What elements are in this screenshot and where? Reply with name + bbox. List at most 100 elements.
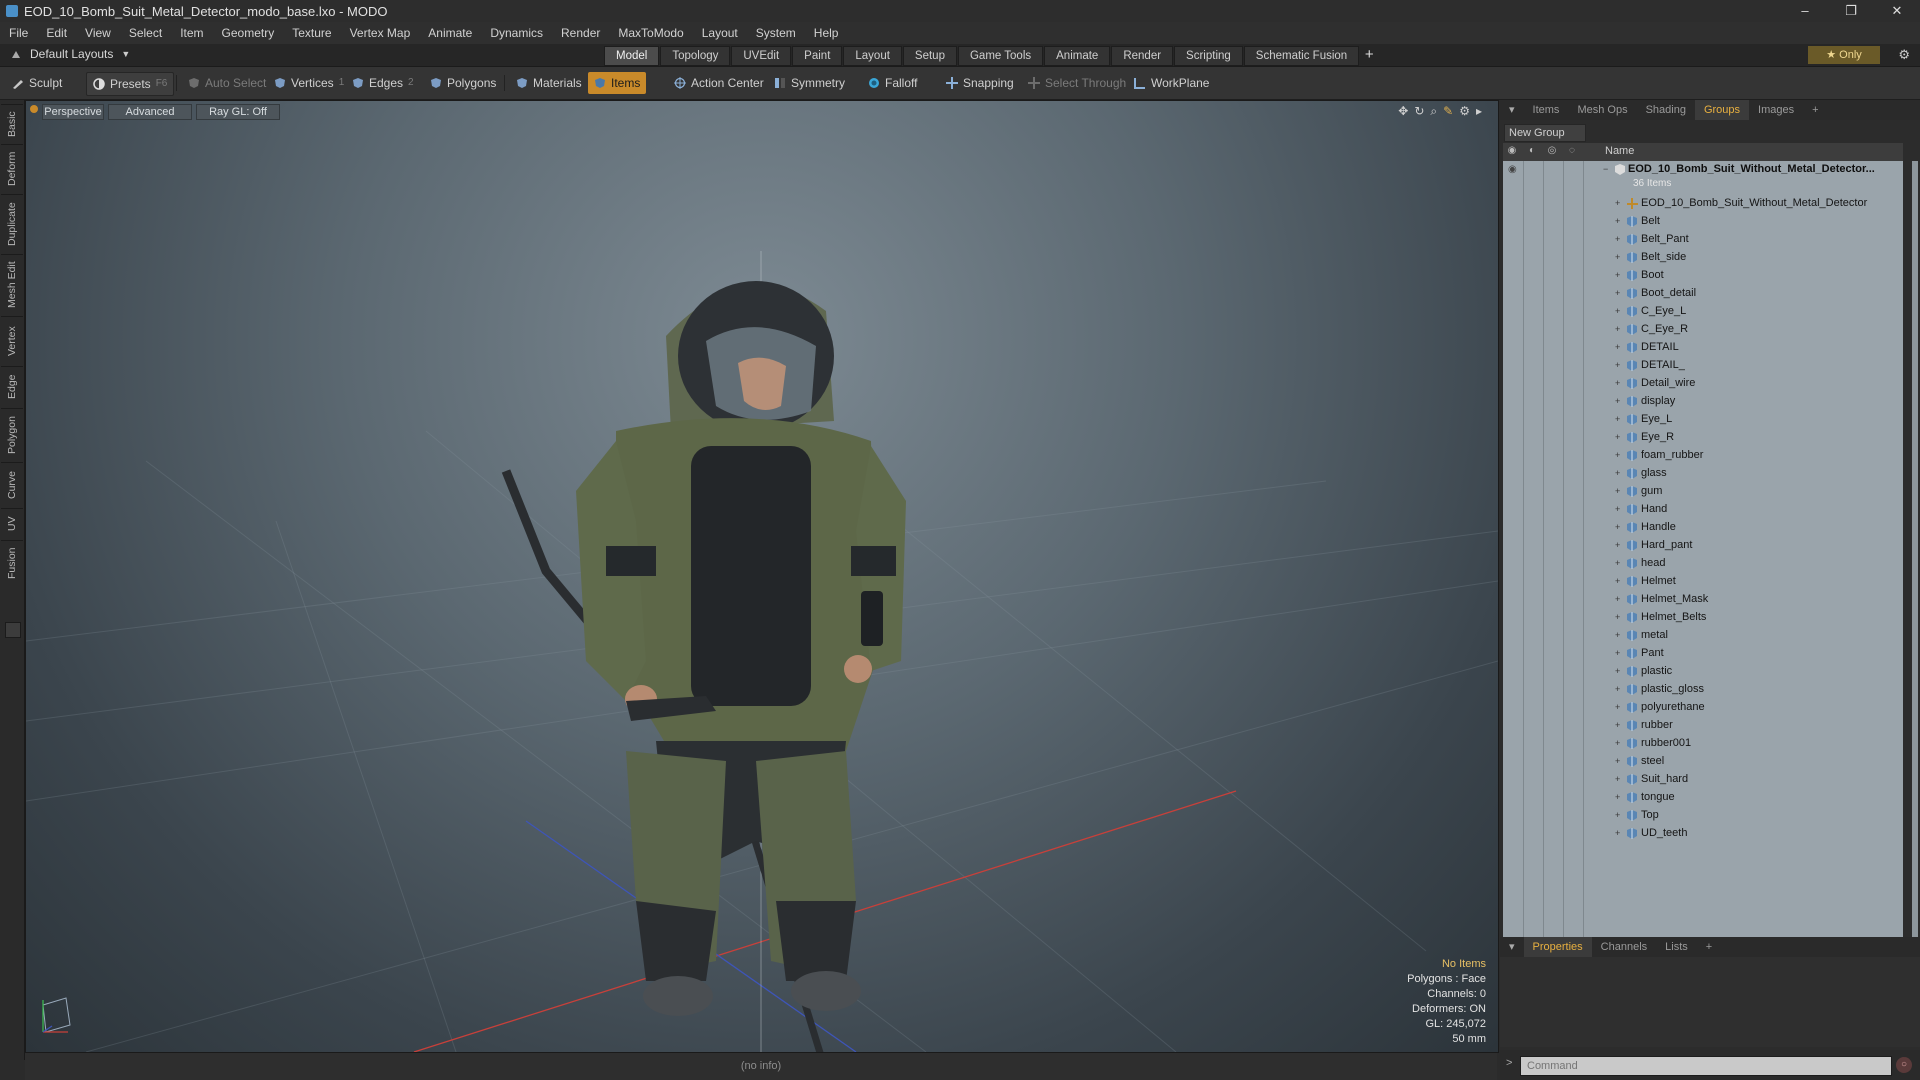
group-member-row[interactable]: + steel [1503,753,1903,771]
menu-maxtomodo[interactable]: MaxToModo [609,26,692,40]
command-clear-icon[interactable]: ○ [1896,1057,1912,1073]
falloff-button[interactable]: Falloff [862,72,923,94]
group-member-row[interactable]: + rubber [1503,717,1903,735]
view-perspective-button[interactable]: Perspective [42,104,104,120]
expand-toggle-icon[interactable]: + [1615,828,1620,838]
menu-edit[interactable]: Edit [37,26,76,40]
menu-item[interactable]: Item [171,26,212,40]
command-input[interactable] [1520,1056,1892,1076]
expand-toggle-icon[interactable]: + [1615,270,1620,280]
tab-shading[interactable]: Shading [1637,100,1695,120]
group-member-row[interactable]: + UD_teeth [1503,825,1903,843]
action-center-button[interactable]: Action Center [668,72,770,94]
select-column-icon[interactable]: ◌ [1565,145,1579,159]
expand-toggle-icon[interactable]: + [1615,306,1620,316]
vtab-curve[interactable]: Curve [1,462,23,507]
polygons-button[interactable]: Polygons [424,72,502,94]
edges-button[interactable]: Edges 2 [346,72,420,94]
vtab-uv[interactable]: UV [1,508,23,539]
panel-menu-arrow-icon[interactable]: ▾ [1500,100,1524,120]
tab-model[interactable]: Model [604,46,660,66]
vtab-deform[interactable]: Deform [1,144,23,193]
expand-toggle-icon[interactable]: + [1615,216,1620,226]
fit-icon[interactable]: ✎ [1443,104,1453,119]
expand-toggle-icon[interactable]: + [1615,756,1620,766]
tab-uvedit[interactable]: UVEdit [731,46,792,66]
presets-button[interactable]: Presets F6 [86,72,175,96]
raygl-button[interactable]: Ray GL: Off [196,104,280,120]
menu-select[interactable]: Select [120,26,171,40]
vtab-duplicate[interactable]: Duplicate [1,194,23,253]
group-member-row[interactable]: + plastic [1503,663,1903,681]
group-member-row[interactable]: + DETAIL_ [1503,357,1903,375]
group-member-row[interactable]: + Pant [1503,645,1903,663]
menu-system[interactable]: System [747,26,805,40]
strip-toggle-button[interactable] [5,622,21,638]
vtab-fusion[interactable]: Fusion [1,540,23,585]
render-column-icon[interactable]: ◐ [1525,145,1539,159]
group-member-row[interactable]: + DETAIL [1503,339,1903,357]
tab-lists[interactable]: Lists [1656,937,1697,957]
expand-toggle-icon[interactable]: + [1615,612,1620,622]
group-member-row[interactable]: + Helmet_Mask [1503,591,1903,609]
vtab-basic[interactable]: Basic [1,104,23,143]
group-member-row[interactable]: + metal [1503,627,1903,645]
add-panel-tab-button[interactable]: + [1803,100,1827,120]
rotate-icon[interactable]: ↻ [1414,104,1424,119]
eye-icon[interactable]: ◉ [1508,164,1517,175]
materials-button[interactable]: Materials [510,72,588,94]
expand-toggle-icon[interactable]: + [1615,648,1620,658]
group-member-row[interactable]: + polyurethane [1503,699,1903,717]
expand-toggle-icon[interactable]: + [1615,522,1620,532]
menu-help[interactable]: Help [805,26,848,40]
select-through-button[interactable]: Select Through [1022,72,1132,94]
group-member-row[interactable]: + Boot_detail [1503,285,1903,303]
expand-toggle-icon[interactable]: + [1615,252,1620,262]
properties-menu-arrow-icon[interactable]: ▾ [1500,937,1524,957]
expand-toggle-icon[interactable]: + [1615,720,1620,730]
minimize-button[interactable]: – [1782,0,1828,22]
gear-icon[interactable]: ⚙ [1898,47,1910,63]
expand-toggle-icon[interactable]: + [1615,468,1620,478]
expand-toggle-icon[interactable]: + [1615,324,1620,334]
group-member-row[interactable]: + display [1503,393,1903,411]
group-member-row[interactable]: + glass [1503,465,1903,483]
expand-toggle-icon[interactable]: + [1615,810,1620,820]
tab-scripting[interactable]: Scripting [1174,46,1243,66]
group-member-row[interactable]: + tongue [1503,789,1903,807]
group-member-row[interactable]: + C_Eye_L [1503,303,1903,321]
expand-toggle-icon[interactable]: + [1615,342,1620,352]
group-member-row[interactable]: + Belt [1503,213,1903,231]
snapping-button[interactable]: Snapping [940,72,1020,94]
group-member-row[interactable]: + Helmet [1503,573,1903,591]
groups-list-scrollbar[interactable] [1912,161,1918,937]
tab-schematic-fusion[interactable]: Schematic Fusion [1243,46,1360,66]
group-member-row[interactable]: + Belt_side [1503,249,1903,267]
menu-vertex-map[interactable]: Vertex Map [341,26,420,40]
expand-toggle-icon[interactable]: + [1615,234,1620,244]
auto-select-button[interactable]: Auto Select [182,72,272,94]
vtab-vertex[interactable]: Vertex [1,316,23,365]
tab-animate[interactable]: Animate [1044,46,1111,66]
group-member-row[interactable]: + plastic_gloss [1503,681,1903,699]
tab-setup[interactable]: Setup [902,46,957,66]
group-member-row[interactable]: + Top [1503,807,1903,825]
expand-toggle-icon[interactable]: + [1615,378,1620,388]
expand-toggle-icon[interactable]: + [1615,774,1620,784]
symmetry-button[interactable]: Symmetry [768,72,851,94]
group-member-row[interactable]: + C_Eye_R [1503,321,1903,339]
expand-toggle-icon[interactable]: + [1615,450,1620,460]
tab-items[interactable]: Items [1524,100,1569,120]
group-member-row[interactable]: + Handle [1503,519,1903,537]
tab-properties[interactable]: Properties [1523,937,1592,957]
vtab-polygon[interactable]: Polygon [1,408,23,461]
pan-icon[interactable]: ✥ [1398,104,1408,119]
workplane-button[interactable]: WorkPlane [1128,72,1215,94]
groups-list[interactable]: ◉ − EOD_10_Bomb_Suit_Without_Metal_Detec… [1503,161,1903,937]
expand-toggle-icon[interactable]: + [1615,360,1620,370]
expand-toggle-icon[interactable]: + [1615,558,1620,568]
group-member-row[interactable]: + Suit_hard [1503,771,1903,789]
menu-render[interactable]: Render [552,26,609,40]
viewport-menu-arrow-icon[interactable]: ▸ [1476,104,1482,119]
only-button[interactable]: ★ Only [1808,46,1880,64]
